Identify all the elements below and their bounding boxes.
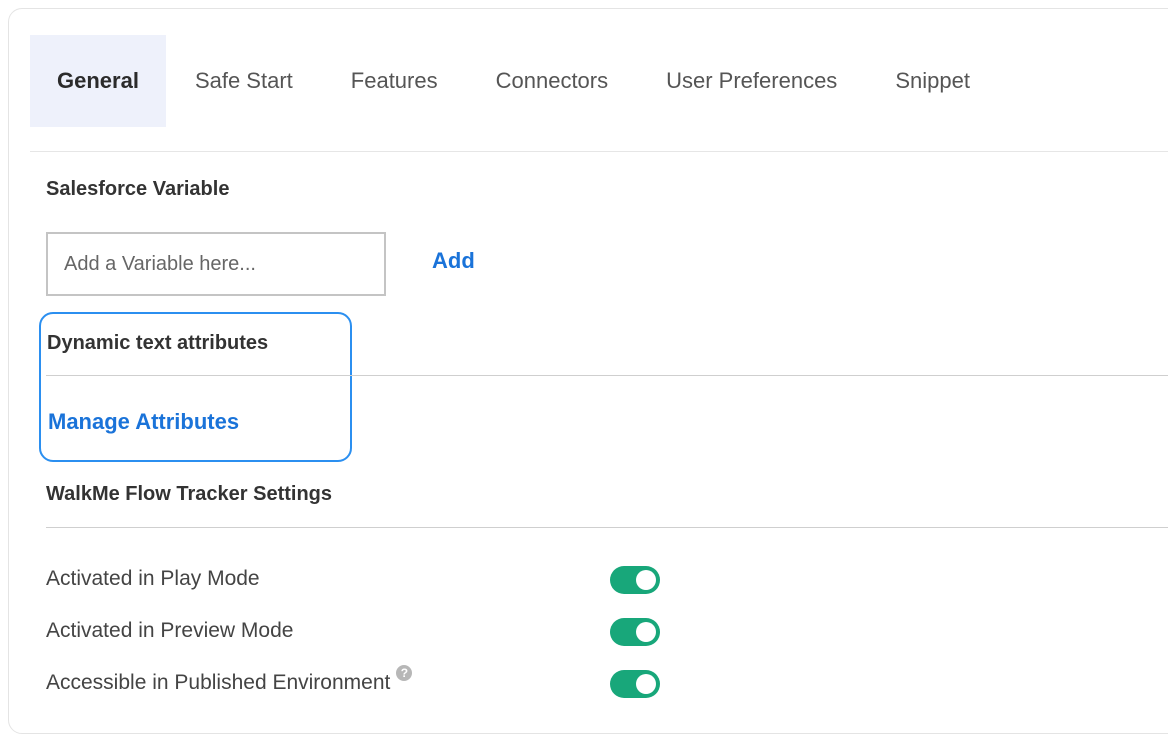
manage-attributes-link[interactable]: Manage Attributes	[48, 409, 239, 435]
setting-label-preview-mode: Activated in Preview Mode	[46, 619, 294, 642]
salesforce-variable-title: Salesforce Variable	[46, 178, 230, 200]
settings-tabs: General Safe Start Features Connectors U…	[30, 35, 999, 127]
setting-row-published-env: Accessible in Published Environment?	[46, 665, 686, 702]
setting-label-published-env: Accessible in Published Environment?	[46, 665, 413, 695]
setting-label-published-env-text: Accessible in Published Environment	[46, 671, 391, 694]
tab-safe-start[interactable]: Safe Start	[166, 35, 322, 127]
tabs-divider	[30, 151, 1168, 152]
setting-row-preview-mode: Activated in Preview Mode	[46, 614, 686, 650]
tab-connectors[interactable]: Connectors	[467, 35, 638, 127]
help-icon[interactable]: ?	[396, 665, 413, 681]
flow-tracker-title: WalkMe Flow Tracker Settings	[46, 483, 333, 505]
toggle-knob	[636, 674, 656, 694]
toggle-knob	[636, 622, 656, 642]
dynamic-text-divider	[46, 375, 1168, 376]
tab-user-preferences[interactable]: User Preferences	[637, 35, 866, 127]
salesforce-variable-input[interactable]	[46, 232, 386, 296]
preview-mode-toggle[interactable]	[610, 618, 660, 646]
dynamic-text-title: Dynamic text attributes	[47, 332, 269, 354]
tab-general[interactable]: General	[30, 35, 166, 127]
published-env-toggle[interactable]	[610, 670, 660, 698]
tab-snippet[interactable]: Snippet	[866, 35, 999, 127]
add-variable-button[interactable]: Add	[432, 248, 475, 274]
setting-row-play-mode: Activated in Play Mode	[46, 562, 686, 598]
setting-label-play-mode: Activated in Play Mode	[46, 567, 260, 590]
flow-tracker-divider	[46, 527, 1168, 528]
toggle-knob	[636, 570, 656, 590]
play-mode-toggle[interactable]	[610, 566, 660, 594]
tab-features[interactable]: Features	[322, 35, 467, 127]
